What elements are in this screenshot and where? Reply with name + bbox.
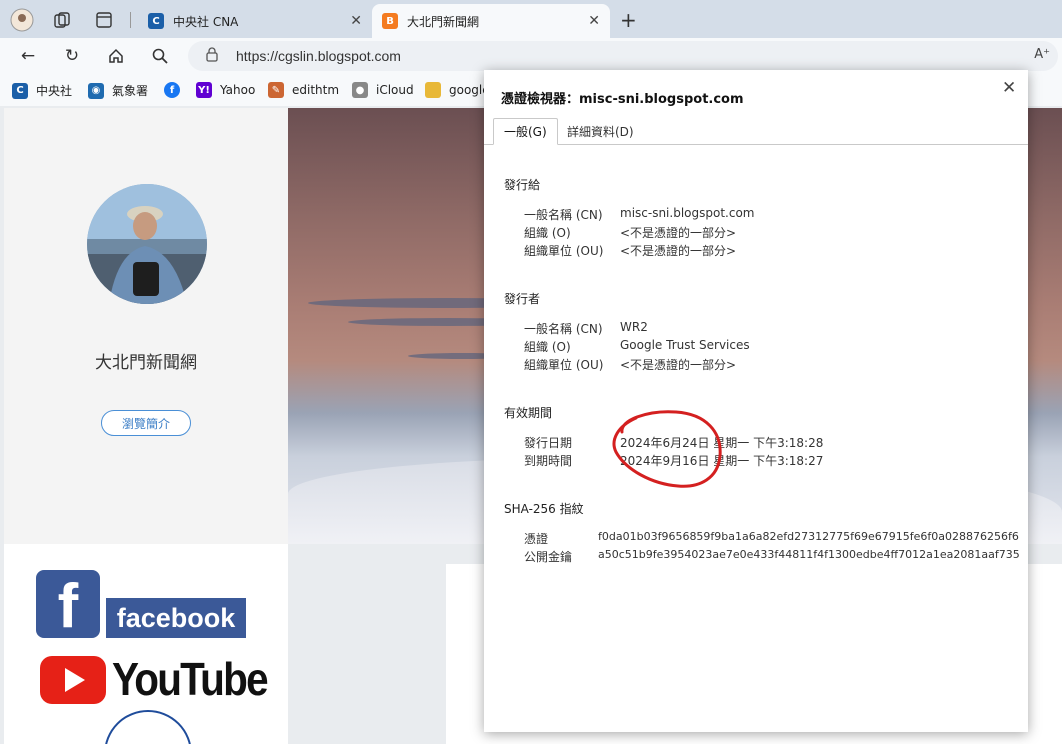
apple-icon: ● <box>352 82 368 98</box>
blogger-favicon-icon: B <box>382 13 398 29</box>
field-value: Google Trust Services <box>620 338 750 352</box>
bookmark-label: iCloud <box>376 83 414 97</box>
edithtm-icon: ✎ <box>268 82 284 98</box>
folder-icon <box>425 82 441 98</box>
facebook-wordmark[interactable]: facebook <box>106 598 246 638</box>
fingerprints-heading: SHA-256 指紋 <box>504 502 584 516</box>
field-label: 組織單位 (OU) <box>524 358 604 372</box>
close-tab-icon[interactable]: ✕ <box>588 13 600 29</box>
field-label: 組織 (O) <box>524 340 571 354</box>
field-label: 組織單位 (OU) <box>524 244 604 258</box>
bookmark-google-folder[interactable]: google <box>425 82 490 98</box>
field-value: f0da01b03f9656859f9ba1a6a82efd27312775f6… <box>598 530 1019 543</box>
facebook-f: f <box>57 572 79 641</box>
lock-icon[interactable] <box>206 47 218 66</box>
address-bar[interactable]: https://cgslin.blogspot.com A⁺ <box>188 41 1058 71</box>
bookmark-cna[interactable]: C 中央社 <box>12 82 72 99</box>
field-value: 2024年6月24日 星期一 下午3:18:28 <box>620 436 824 450</box>
field-value: 2024年9月16日 星期一 下午3:18:27 <box>620 454 824 468</box>
weather-bureau-icon: ◉ <box>88 82 104 99</box>
tab-actions-icon[interactable] <box>92 8 116 32</box>
read-aloud-icon[interactable]: A⁺ <box>1034 47 1050 62</box>
cna-icon: C <box>12 82 28 99</box>
youtube-wordmark[interactable]: YouTube <box>112 652 269 706</box>
tab-label: 中央社 CNA <box>173 14 239 29</box>
facebook-logo-icon[interactable]: f <box>36 570 100 638</box>
navigation-bar: ← ↻ https://cgslin.blogspot.com A⁺ <box>0 38 1062 74</box>
bookmark-label: 氣象署 <box>112 84 149 98</box>
bookmark-label: Yahoo <box>220 83 256 97</box>
new-tab-icon[interactable]: + <box>620 8 637 32</box>
dialog-tabs: 一般(G) 詳細資料(D) <box>484 118 1028 145</box>
bookmark-icloud[interactable]: ● iCloud <box>352 82 414 98</box>
issued-by-heading: 發行者 <box>504 292 541 306</box>
bookmark-yahoo[interactable]: Y! Yahoo <box>196 82 255 98</box>
tab-bar: C 中央社 CNA ✕ B 大北門新聞網 ✕ + <box>0 0 1062 40</box>
youtube-play-icon[interactable] <box>40 656 106 704</box>
dialog-title: 憑證檢視器：misc-sni.blogspot.com <box>501 92 744 107</box>
globe-logo-icon[interactable] <box>104 710 192 744</box>
tab-blog[interactable]: B 大北門新聞網 ✕ <box>372 4 610 38</box>
bookmark-facebook[interactable]: f <box>164 82 188 98</box>
field-value: a50c51b9fe3954023ae7e0e433f44811f4f1300e… <box>598 548 1020 561</box>
bookmark-weather[interactable]: ◉ 氣象署 <box>88 82 148 99</box>
avatar[interactable] <box>87 184 207 304</box>
field-label: 憑證 <box>524 532 549 546</box>
tab-label: 大北門新聞網 <box>407 14 480 29</box>
field-label: 一般名稱 (CN) <box>524 208 603 222</box>
view-profile-button[interactable]: 瀏覽簡介 <box>101 410 191 436</box>
yahoo-icon: Y! <box>196 82 212 98</box>
sidebar-links: f facebook YouTube <box>4 544 288 744</box>
field-value: WR2 <box>620 320 648 334</box>
facebook-icon: f <box>164 82 180 98</box>
tab-cna[interactable]: C 中央社 CNA ✕ <box>138 4 372 38</box>
bookmark-edithtm[interactable]: ✎ edithtm <box>268 82 339 98</box>
close-tab-icon[interactable]: ✕ <box>350 13 362 29</box>
tab-general[interactable]: 一般(G) <box>493 118 558 145</box>
back-arrow-icon[interactable]: ← <box>16 44 40 68</box>
field-label: 公開金鑰 <box>524 550 573 564</box>
profile-avatar-icon[interactable] <box>10 8 34 32</box>
bookmark-label: edithtm <box>292 83 340 97</box>
search-icon[interactable] <box>148 44 172 68</box>
issued-to-heading: 發行給 <box>504 178 541 192</box>
refresh-icon[interactable]: ↻ <box>60 44 84 68</box>
cna-favicon-icon: C <box>148 13 164 29</box>
validity-heading: 有效期間 <box>504 406 553 420</box>
workspaces-icon[interactable] <box>50 8 74 32</box>
tab-details[interactable]: 詳細資料(D) <box>557 118 644 145</box>
field-label: 到期時間 <box>524 454 573 468</box>
close-icon[interactable]: ✕ <box>1002 78 1016 98</box>
bookmark-label: 中央社 <box>36 84 73 98</box>
field-label: 發行日期 <box>524 436 573 450</box>
blog-title: 大北門新聞網 <box>95 353 197 373</box>
field-label: 一般名稱 (CN) <box>524 322 603 336</box>
url-text[interactable]: https://cgslin.blogspot.com <box>236 48 401 64</box>
field-value: <不是憑證的一部分> <box>620 244 737 258</box>
home-icon[interactable] <box>104 44 128 68</box>
field-value: <不是憑證的一部分> <box>620 226 737 240</box>
sidebar-profile: 大北門新聞網 瀏覽簡介 <box>4 108 288 544</box>
field-label: 組織 (O) <box>524 226 571 240</box>
field-value: <不是憑證的一部分> <box>620 358 737 372</box>
certificate-viewer-dialog: 憑證檢視器：misc-sni.blogspot.com ✕ 一般(G) 詳細資料… <box>484 70 1028 732</box>
field-value: misc-sni.blogspot.com <box>620 206 755 220</box>
